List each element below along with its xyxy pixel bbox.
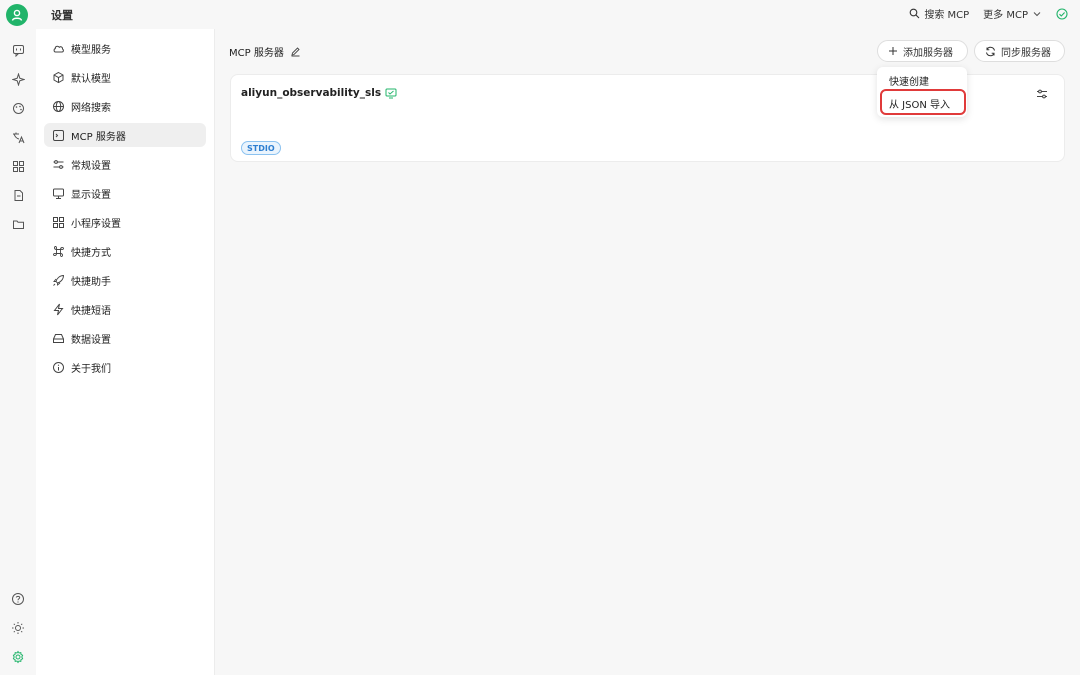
sidebar-item-label: 快捷方式 <box>71 247 111 259</box>
cloud-icon <box>51 41 65 55</box>
sidebar-item-label: 小程序设置 <box>71 218 121 230</box>
sidebar-item-label: 快捷短语 <box>71 305 111 317</box>
sync-server-button[interactable]: 同步服务器 <box>974 40 1065 62</box>
globe-icon <box>51 99 65 113</box>
chevron-down-icon <box>1033 11 1041 16</box>
document-icon[interactable] <box>8 185 28 205</box>
sidebar-item-about[interactable]: 关于我们 <box>44 355 206 379</box>
sidebar-item-quick-phrases[interactable]: 快捷短语 <box>44 297 206 321</box>
grid-icon <box>51 215 65 229</box>
drive-icon <box>51 331 65 345</box>
palette-icon[interactable] <box>8 98 28 118</box>
translate-icon[interactable] <box>8 127 28 147</box>
sidebar-item-label: 网络搜索 <box>71 102 111 114</box>
sidebar-item-miniapp[interactable]: 小程序设置 <box>44 210 206 234</box>
top-bar: 设置 搜索 MCP 更多 MCP <box>0 0 1080 29</box>
add-server-button[interactable]: 添加服务器 <box>877 40 968 62</box>
sidebar-item-label: 默认模型 <box>71 73 111 85</box>
sync-server-label: 同步服务器 <box>1001 47 1051 59</box>
user-icon <box>11 9 23 21</box>
sidebar-item-label: 关于我们 <box>71 363 111 375</box>
more-mcp-label: 更多 MCP <box>983 10 1028 21</box>
main-content: MCP 服务器 添加服务器 同步服务器 aliyun_observability… <box>215 29 1080 675</box>
transport-badge: STDIO <box>241 141 281 155</box>
bolt-icon <box>51 302 65 316</box>
sidebar-item-shortcuts[interactable]: 快捷方式 <box>44 239 206 263</box>
sidebar-item-mcp-server[interactable]: MCP 服务器 <box>44 123 206 147</box>
sidebar-item-label: 模型服务 <box>71 44 111 56</box>
theme-icon[interactable] <box>8 618 28 638</box>
check-circle-icon <box>1056 7 1068 20</box>
sidebar-item-quick-assistant[interactable]: 快捷助手 <box>44 268 206 292</box>
terminal-icon <box>51 128 65 142</box>
rocket-icon <box>51 273 65 287</box>
sidebar-item-label: 显示设置 <box>71 189 111 201</box>
settings-sliders-icon[interactable] <box>1036 88 1048 100</box>
command-icon <box>51 244 65 258</box>
sidebar-item-label: 常规设置 <box>71 160 111 172</box>
icon-rail <box>0 29 36 675</box>
chat-icon[interactable] <box>8 40 28 60</box>
sidebar-item-label: 数据设置 <box>71 334 111 346</box>
more-mcp-button[interactable]: 更多 MCP <box>983 6 1042 21</box>
add-server-label: 添加服务器 <box>903 47 953 59</box>
help-icon[interactable] <box>8 589 28 609</box>
search-icon <box>909 8 920 19</box>
sidebar-item-data[interactable]: 数据设置 <box>44 326 206 350</box>
apps-grid-icon[interactable] <box>8 156 28 176</box>
refresh-icon <box>986 46 995 56</box>
plus-icon <box>889 47 897 55</box>
sidebar-item-label: 快捷助手 <box>71 276 111 288</box>
monitor-status-icon <box>385 88 397 98</box>
sliders-icon <box>51 157 65 171</box>
window-title: 设置 <box>51 9 73 22</box>
page-title: MCP 服务器 <box>229 48 284 59</box>
search-mcp-button[interactable]: 搜索 MCP <box>909 6 969 21</box>
user-avatar[interactable] <box>6 4 28 26</box>
settings-gear-icon[interactable] <box>8 647 28 667</box>
search-mcp-label: 搜索 MCP <box>924 10 970 21</box>
folder-icon[interactable] <box>8 214 28 234</box>
monitor-icon <box>51 186 65 200</box>
info-icon <box>51 360 65 374</box>
sidebar-item-default-model[interactable]: 默认模型 <box>44 65 206 89</box>
sidebar-item-display[interactable]: 显示设置 <box>44 181 206 205</box>
server-name: aliyun_observability_sls <box>241 87 382 99</box>
edit-icon[interactable] <box>290 46 301 57</box>
quick-create-menu-item[interactable]: 快速创建 <box>889 73 929 88</box>
sidebar-item-web-search[interactable]: 网络搜索 <box>44 94 206 118</box>
import-json-highlight <box>880 89 966 115</box>
cube-icon <box>51 70 65 84</box>
sidebar-item-general[interactable]: 常规设置 <box>44 152 206 176</box>
sidebar-item-label: MCP 服务器 <box>71 131 126 143</box>
sidebar-item-model-service[interactable]: 模型服务 <box>44 36 206 60</box>
sparkle-icon[interactable] <box>8 69 28 89</box>
settings-sidebar: 模型服务 默认模型 网络搜索 MCP 服务器 常规设置 显示设置 小程序设置 快… <box>36 29 215 675</box>
